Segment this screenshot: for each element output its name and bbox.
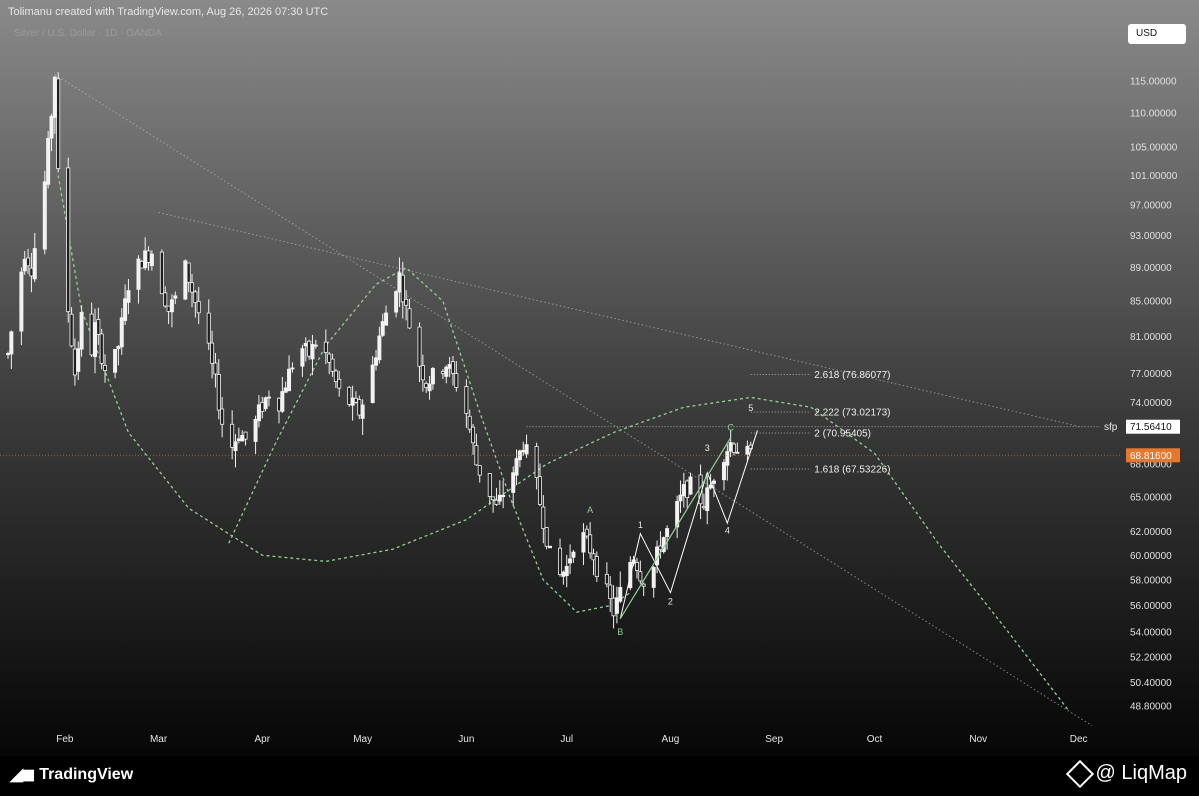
- tradingview-icon: ◢◼: [10, 765, 35, 784]
- y-tick-label: 89.00000: [1130, 263, 1172, 274]
- wave-label: B: [617, 627, 623, 637]
- candle: [347, 385, 352, 407]
- y-tick-label: 93.00000: [1130, 231, 1172, 242]
- candle: [99, 328, 104, 370]
- candle: [66, 157, 71, 323]
- chart-screenshot: 2.618 (76.86077) 2.222 (73.02173) 2 (70.95…: [0, 0, 1199, 796]
- candle: [544, 527, 549, 550]
- x-tick-label: Nov: [969, 734, 987, 745]
- wave-label: A: [587, 505, 593, 515]
- x-tick-label: Mar: [150, 734, 168, 745]
- chart-credit: Tolimanu created with TradingView.com, A…: [8, 6, 329, 18]
- y-tick-label: 58.00000: [1130, 575, 1172, 586]
- footer-bar: ◢◼ TradingView @ LiqMap: [0, 756, 1199, 796]
- chart-background: [0, 0, 1199, 756]
- candle: [548, 545, 553, 549]
- liqmap-icon: [1065, 759, 1094, 788]
- liqmap-logo: @ LiqMap: [1065, 759, 1187, 788]
- y-tick-label: 50.40000: [1130, 678, 1172, 689]
- x-tick-label: Dec: [1070, 734, 1088, 745]
- chart-canvas: 2.618 (76.86077) 2.222 (73.02173) 2 (70.95…: [0, 0, 1199, 756]
- sfp-price-label: 71.56410: [1130, 422, 1172, 433]
- y-tick-label: 97.00000: [1130, 200, 1172, 211]
- current-price-label: 68.81600: [1130, 451, 1172, 462]
- wave-label: 3: [705, 443, 710, 453]
- wave-label: 4: [725, 526, 730, 536]
- symbol-label: Silver / U.S. Dollar · 1D · OANDA: [14, 28, 162, 39]
- y-tick-label: 62.00000: [1130, 527, 1172, 538]
- y-tick-label: 48.80000: [1130, 701, 1172, 712]
- x-tick-label: Aug: [662, 734, 680, 745]
- x-tick-label: Jul: [560, 734, 573, 745]
- fib-level-label: 1.618 (67.53226): [814, 465, 890, 476]
- candle: [139, 260, 144, 269]
- y-tick-label: 101.00000: [1130, 171, 1178, 182]
- y-tick-label: 77.00000: [1130, 369, 1172, 380]
- x-tick-label: May: [353, 734, 372, 745]
- y-tick-label: 110.00000: [1130, 109, 1177, 120]
- y-tick-label: 60.00000: [1130, 551, 1172, 562]
- y-tick-label: 115.00000: [1130, 76, 1177, 87]
- y-tick-label: 52.20000: [1130, 652, 1172, 663]
- sfp-tag: sfp: [1104, 422, 1118, 433]
- tradingview-brand: TradingView: [39, 766, 134, 783]
- x-tick-label: Oct: [867, 734, 883, 745]
- fib-level-label: 2.618 (76.86077): [814, 370, 890, 381]
- liqmap-brand: @ LiqMap: [1095, 762, 1187, 784]
- y-tick-label: 74.00000: [1130, 398, 1172, 409]
- fib-level-label: 2 (70.95405): [814, 428, 871, 439]
- y-tick-label: 81.00000: [1130, 332, 1172, 343]
- candle: [79, 305, 84, 357]
- y-tick-label: 56.00000: [1130, 601, 1172, 612]
- x-tick-label: Sep: [765, 734, 783, 745]
- wave-label: 5: [748, 403, 753, 413]
- wave-label: C: [727, 422, 734, 432]
- wave-label: 1: [638, 520, 643, 530]
- currency-button[interactable]: USD: [1128, 24, 1186, 44]
- candle: [46, 131, 51, 189]
- y-tick-label: 85.00000: [1130, 297, 1172, 308]
- candle: [56, 72, 61, 173]
- candle: [42, 170, 47, 255]
- wave-label: 2: [668, 596, 673, 606]
- candle: [159, 249, 164, 295]
- fib-level-label: 2.222 (73.02173): [814, 408, 890, 419]
- candle: [183, 259, 188, 301]
- tradingview-logo[interactable]: ◢◼ TradingView: [10, 765, 133, 785]
- x-tick-label: Feb: [56, 734, 74, 745]
- x-tick-label: Apr: [254, 734, 270, 745]
- y-tick-label: 105.00000: [1130, 143, 1178, 154]
- y-tick-label: 65.00000: [1130, 492, 1172, 503]
- x-tick-label: Jun: [458, 734, 474, 745]
- y-tick-label: 54.00000: [1130, 628, 1172, 639]
